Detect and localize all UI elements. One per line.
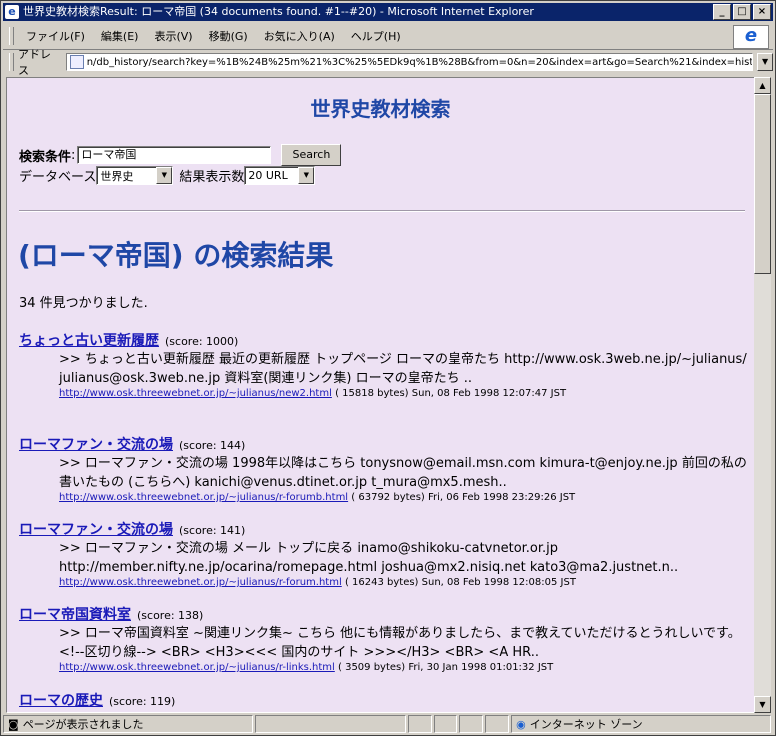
- result-meta: ( 63792 bytes) Fri, 06 Feb 1998 23:29:26…: [351, 492, 576, 503]
- address-url: n/db_history/search?key=%1B%24B%25m%21%3…: [86, 56, 754, 68]
- address-label: アドレス: [17, 48, 51, 77]
- result-item: ローマ帝国資料室 (score: 138) >> ローマ帝国資料室 ~関連リンク集…: [19, 604, 749, 673]
- result-title-link[interactable]: ローマ帝国資料室: [19, 607, 131, 623]
- result-score: (score: 119): [109, 695, 176, 708]
- menu-help[interactable]: ヘルプ(H): [343, 28, 409, 44]
- result-score: (score: 1000): [165, 335, 239, 348]
- result-meta: ( 15818 bytes) Sun, 08 Feb 1998 12:07:47…: [335, 388, 567, 399]
- page-icon: [69, 55, 84, 69]
- result-score: (score: 144): [179, 439, 246, 452]
- vertical-scrollbar[interactable]: ▲ ▼: [754, 77, 771, 713]
- title-bar: e 世界史教材検索Result: ローマ帝国 (34 documents fou…: [3, 3, 773, 21]
- zone-text: インターネット ゾーン: [529, 718, 643, 731]
- divider: [19, 210, 745, 212]
- result-score: (score: 141): [179, 524, 246, 537]
- scroll-thumb[interactable]: [754, 94, 771, 274]
- menu-edit[interactable]: 編集(E): [93, 28, 147, 44]
- result-snippet: >> ちょっと古い更新履歴 最近の更新履歴 トップページ ローマの皇帝たち ht…: [59, 352, 747, 386]
- result-item: ちょっと古い更新履歴 (score: 1000) >> ちょっと古い更新履歴 最近…: [19, 330, 749, 399]
- menu-bar: ファイル(F) 編集(E) 表示(V) 移動(G) お気に入り(A) ヘルプ(H…: [3, 23, 773, 50]
- result-snippet: >> ローマファン・交流の場 1998年以降はこちら tonysnow@emai…: [59, 456, 747, 490]
- result-snippet: >> ローマファン・交流の場 メール トップに戻る inamo@shikoku-…: [59, 541, 679, 575]
- menu-favorites[interactable]: お気に入り(A): [256, 28, 343, 44]
- result-score: (score: 138): [137, 609, 204, 622]
- result-item: ローマの歴史 (score: 119): [19, 690, 749, 710]
- result-title-link[interactable]: ローマファン・交流の場: [19, 437, 173, 453]
- search-form: 検索条件: ローマ帝国 Search: [19, 144, 342, 166]
- result-title-link[interactable]: ローマの歴史: [19, 693, 103, 709]
- result-snippet: >> ローマ帝国資料室 ~関連リンク集~ こちら 他にも情報がありましたら、まで…: [59, 626, 741, 660]
- result-url-link[interactable]: http://www.osk.threewebnet.or.jp/~julian…: [59, 388, 332, 399]
- address-input[interactable]: n/db_history/search?key=%1B%24B%25m%21%3…: [65, 53, 754, 71]
- security-zone-cell: ◉ インターネット ゾーン: [511, 715, 772, 733]
- result-item: ローマファン・交流の場 (score: 144) >> ローマファン・交流の場 1…: [19, 434, 749, 503]
- menu-view[interactable]: 表示(V): [146, 28, 200, 44]
- chevron-down-icon: ▼: [156, 167, 173, 184]
- database-label: データベース: [19, 170, 97, 185]
- result-url-link[interactable]: http://www.osk.threewebnet.or.jp/~julian…: [59, 662, 335, 673]
- ie-page-icon: e: [5, 5, 19, 19]
- results-count-select[interactable]: 20 URL ▼: [244, 166, 316, 185]
- results-count: 34 件見つかりました.: [19, 296, 148, 311]
- result-meta: ( 16243 bytes) Sun, 08 Feb 1998 12:08:05…: [344, 577, 576, 588]
- results-count-label: 結果表示数: [179, 170, 245, 185]
- result-item: ローマファン・交流の場 (score: 141) >> ローマファン・交流の場 メ…: [19, 519, 749, 588]
- maximize-button[interactable]: □: [733, 4, 751, 20]
- results-heading: (ローマ帝国) の検索結果: [18, 239, 334, 272]
- database-select[interactable]: 世界史 ▼: [96, 166, 174, 185]
- result-meta: ( 3509 bytes) Fri, 30 Jan 1998 01:01:32 …: [338, 662, 554, 673]
- address-dropdown-icon[interactable]: ▼: [757, 53, 773, 71]
- scroll-down-icon[interactable]: ▼: [754, 696, 771, 713]
- ie-logo-icon: e: [733, 25, 769, 49]
- result-url-link[interactable]: http://www.osk.threewebnet.or.jp/~julian…: [59, 492, 348, 503]
- status-text: ページが表示されました: [22, 718, 144, 731]
- close-button[interactable]: ×: [753, 4, 771, 20]
- search-input[interactable]: ローマ帝国: [77, 146, 272, 164]
- query-label: 検索条件: [19, 149, 72, 165]
- status-bar: ◙ ページが表示されました ◉ インターネット ゾーン: [3, 715, 773, 733]
- search-button[interactable]: Search: [281, 144, 342, 166]
- menu-file[interactable]: ファイル(F): [18, 28, 93, 44]
- minimize-button[interactable]: _: [713, 4, 731, 20]
- result-title-link[interactable]: ちょっと古い更新履歴: [19, 333, 159, 349]
- address-grip[interactable]: [9, 53, 14, 71]
- address-bar: アドレス n/db_history/search?key=%1B%24B%25m…: [3, 48, 773, 77]
- search-options: データベース 世界史 ▼ 結果表示数 20 URL ▼: [19, 166, 316, 185]
- menu-go[interactable]: 移動(G): [201, 28, 256, 44]
- result-title-link[interactable]: ローマファン・交流の場: [19, 522, 173, 538]
- page-title: 世界史教材検索: [310, 97, 451, 121]
- chevron-down-icon: ▼: [298, 167, 315, 184]
- page-content: 世界史教材検索 検索条件: ローマ帝国 Search データベース 世界史 ▼ …: [6, 77, 755, 713]
- page-done-icon: ◙: [8, 717, 19, 731]
- result-url-link[interactable]: http://www.osk.threewebnet.or.jp/~julian…: [59, 577, 342, 588]
- internet-zone-icon: ◉: [516, 717, 526, 731]
- window-title: 世界史教材検索Result: ローマ帝国 (34 documents found…: [23, 5, 534, 18]
- scroll-up-icon[interactable]: ▲: [754, 77, 771, 94]
- toolbar-grip[interactable]: [9, 27, 14, 45]
- status-text-cell: ◙ ページが表示されました: [3, 715, 253, 733]
- browser-window: e 世界史教材検索Result: ローマ帝国 (34 documents fou…: [0, 0, 776, 736]
